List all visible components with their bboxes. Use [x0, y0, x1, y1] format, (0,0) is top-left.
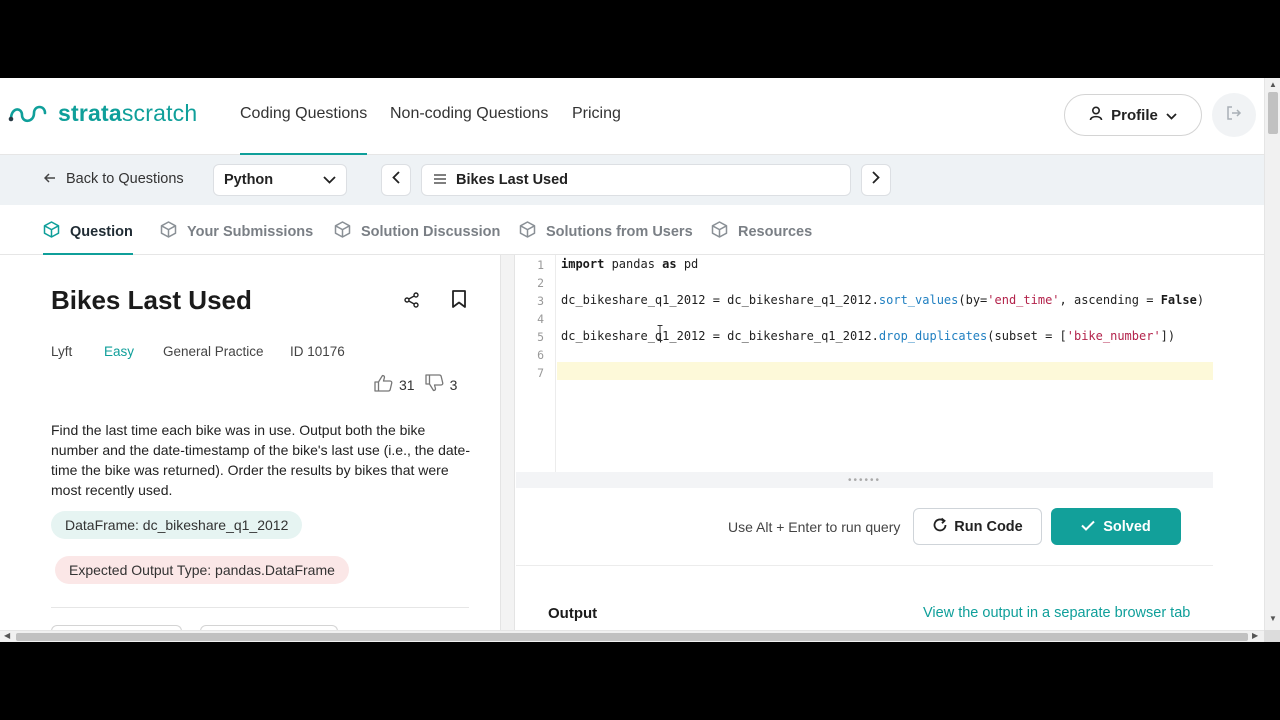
- profile-button[interactable]: Profile: [1064, 94, 1202, 136]
- run-controls: Use Alt + Enter to run query Run Code So…: [516, 488, 1213, 566]
- chevron-right-icon: [872, 171, 880, 189]
- tab-your-submissions-label: Your Submissions: [187, 223, 314, 240]
- solved-button[interactable]: Solved: [1051, 508, 1181, 545]
- arrow-left-icon: [43, 171, 56, 187]
- profile-label: Profile: [1111, 106, 1158, 124]
- logo-text: stratascratch: [58, 100, 198, 126]
- cube-icon: [519, 221, 536, 242]
- back-label: Back to Questions: [66, 171, 184, 187]
- section-divider: [51, 607, 469, 608]
- previous-question-button[interactable]: [381, 164, 411, 196]
- line-number: 4: [537, 312, 544, 326]
- line-number: 7: [537, 366, 544, 380]
- question-title-label: Bikes Last Used: [456, 172, 569, 188]
- output-section: Output View the output in a separate bro…: [516, 566, 1213, 630]
- line-number: 3: [537, 294, 544, 308]
- question-tabs: Question Your Submissions Solution Discu…: [0, 205, 1264, 255]
- question-toolbar: Back to Questions Python Bikes Last Used: [0, 155, 1264, 205]
- active-line-highlight: [557, 362, 1213, 380]
- vertical-scrollbar[interactable]: ▲ ▼: [1264, 78, 1280, 630]
- tab-question[interactable]: Question: [43, 221, 133, 255]
- nav-coding-questions[interactable]: Coding Questions: [240, 105, 368, 155]
- run-code-label: Run Code: [954, 518, 1023, 535]
- question-panel: Bikes Last Used Lyft Easy General Practi…: [0, 255, 500, 635]
- output-title: Output: [548, 605, 598, 622]
- cube-icon: [334, 221, 351, 242]
- top-navbar: stratascratch Coding Questions Non-codin…: [0, 78, 1264, 155]
- thumbs-down-icon[interactable]: [424, 374, 444, 395]
- company-label: Lyft: [51, 344, 73, 359]
- scroll-left-arrow-icon[interactable]: ◀: [4, 631, 10, 640]
- scrollbar-thumb[interactable]: [1268, 92, 1278, 134]
- line-number: 6: [537, 348, 544, 362]
- expected-output-chip: Expected Output Type: pandas.DataFrame: [55, 556, 349, 584]
- question-title: Bikes Last Used: [51, 285, 252, 315]
- category-label: General Practice: [163, 344, 264, 359]
- logout-button[interactable]: [1212, 93, 1256, 137]
- tab-resources[interactable]: Resources: [711, 221, 812, 242]
- tab-solution-discussion-label: Solution Discussion: [361, 223, 501, 240]
- back-to-questions-link[interactable]: Back to Questions: [43, 171, 184, 187]
- language-select[interactable]: Python: [213, 164, 347, 196]
- logo-mark-icon: [8, 105, 47, 122]
- cube-icon: [43, 221, 60, 242]
- chevron-down-icon: [1166, 107, 1177, 124]
- solved-label: Solved: [1103, 518, 1151, 535]
- tab-solutions-from-users-label: Solutions from Users: [546, 223, 693, 240]
- scrollbar-thumb[interactable]: [16, 633, 1248, 641]
- logout-icon: [1226, 105, 1242, 125]
- difficulty-badge: Easy: [104, 344, 135, 359]
- downvote-count: 3: [449, 376, 458, 393]
- chevron-down-icon: [323, 172, 336, 188]
- code-editor[interactable]: 1 2 3 4 5 6 7 import pandas as pd dc_bik…: [516, 255, 1213, 472]
- scroll-right-arrow-icon[interactable]: ▶: [1252, 631, 1258, 640]
- chevron-left-icon: [392, 171, 400, 189]
- thumbs-up-icon[interactable]: [374, 374, 393, 395]
- tab-your-submissions[interactable]: Your Submissions: [160, 221, 313, 242]
- dataframe-chip[interactable]: DataFrame: dc_bikeshare_q1_2012: [51, 511, 303, 539]
- question-description: Find the last time each bike was in use.…: [51, 422, 471, 498]
- horizontal-scrollbar[interactable]: ◀ ▶: [0, 630, 1264, 642]
- check-icon: [1081, 519, 1095, 535]
- run-shortcut-hint: Use Alt + Enter to run query: [728, 519, 901, 535]
- stratascratch-logo[interactable]: stratascratch: [8, 100, 197, 127]
- nav-pricing[interactable]: Pricing: [572, 105, 621, 123]
- question-title-selector[interactable]: Bikes Last Used: [421, 164, 851, 196]
- cube-icon: [160, 221, 177, 242]
- tab-question-label: Question: [70, 223, 133, 240]
- run-code-button[interactable]: Run Code: [913, 508, 1042, 545]
- panel-resize-divider[interactable]: [500, 255, 515, 630]
- cube-icon: [711, 221, 728, 242]
- tab-resources-label: Resources: [738, 223, 813, 240]
- view-output-link[interactable]: View the output in a separate browser ta…: [923, 605, 1190, 621]
- code-line: dc_bikeshare_q1_2012 = dc_bikeshare_q1_2…: [561, 329, 1176, 343]
- scrollbar-corner: [1264, 630, 1280, 642]
- share-icon[interactable]: [404, 292, 420, 313]
- editor-resize-handle[interactable]: ••••••: [516, 472, 1213, 488]
- scroll-down-arrow-icon[interactable]: ▼: [1269, 614, 1277, 623]
- refresh-icon: [932, 517, 948, 537]
- line-number: 1: [537, 258, 544, 272]
- code-line: import pandas as pd: [561, 257, 699, 271]
- scroll-up-arrow-icon[interactable]: ▲: [1269, 80, 1277, 89]
- user-icon: [1089, 105, 1103, 125]
- line-number-gutter: 1 2 3 4 5 6 7: [516, 255, 556, 472]
- app-screen: stratascratch Coding Questions Non-codin…: [0, 78, 1280, 642]
- language-value: Python: [224, 172, 274, 188]
- line-number: 2: [537, 276, 544, 290]
- nav-non-coding-questions[interactable]: Non-coding Questions: [390, 105, 548, 123]
- tab-solutions-from-users[interactable]: Solutions from Users: [519, 221, 693, 242]
- line-number: 5: [537, 330, 544, 344]
- text-cursor-icon: [657, 325, 663, 341]
- next-question-button[interactable]: [861, 164, 891, 196]
- tab-solution-discussion[interactable]: Solution Discussion: [334, 221, 500, 242]
- upvote-count: 31: [399, 376, 415, 393]
- vote-controls: 31 3: [374, 374, 467, 395]
- question-id: ID 10176: [290, 344, 345, 359]
- list-icon: [434, 172, 446, 188]
- bookmark-icon[interactable]: [451, 290, 467, 313]
- drag-handle-icon: ••••••: [847, 474, 881, 486]
- code-line: dc_bikeshare_q1_2012 = dc_bikeshare_q1_2…: [561, 293, 1205, 307]
